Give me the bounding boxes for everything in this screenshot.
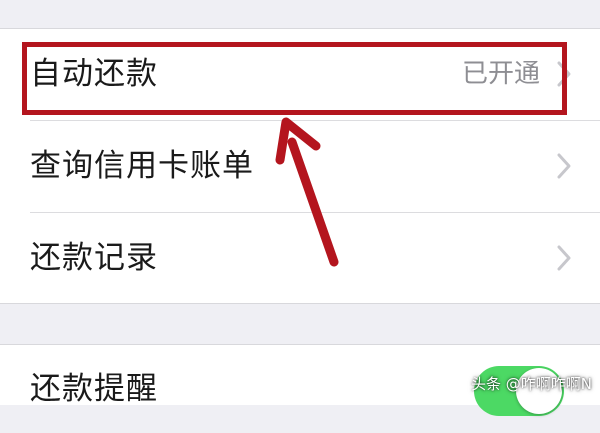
repayment-records-label: 还款记录 — [30, 240, 158, 276]
repayment-reminder-label: 还款提醒 — [30, 371, 158, 407]
chevron-right-icon — [557, 245, 571, 271]
repayment-records-row[interactable]: 还款记录 — [0, 213, 600, 303]
chevron-right-icon — [557, 153, 571, 179]
watermark: 头条 @咋啊咋啊N — [471, 375, 592, 393]
query-bill-row[interactable]: 查询信用卡账单 — [0, 121, 600, 211]
highlight-box — [22, 42, 567, 115]
query-bill-label: 查询信用卡账单 — [30, 148, 254, 184]
